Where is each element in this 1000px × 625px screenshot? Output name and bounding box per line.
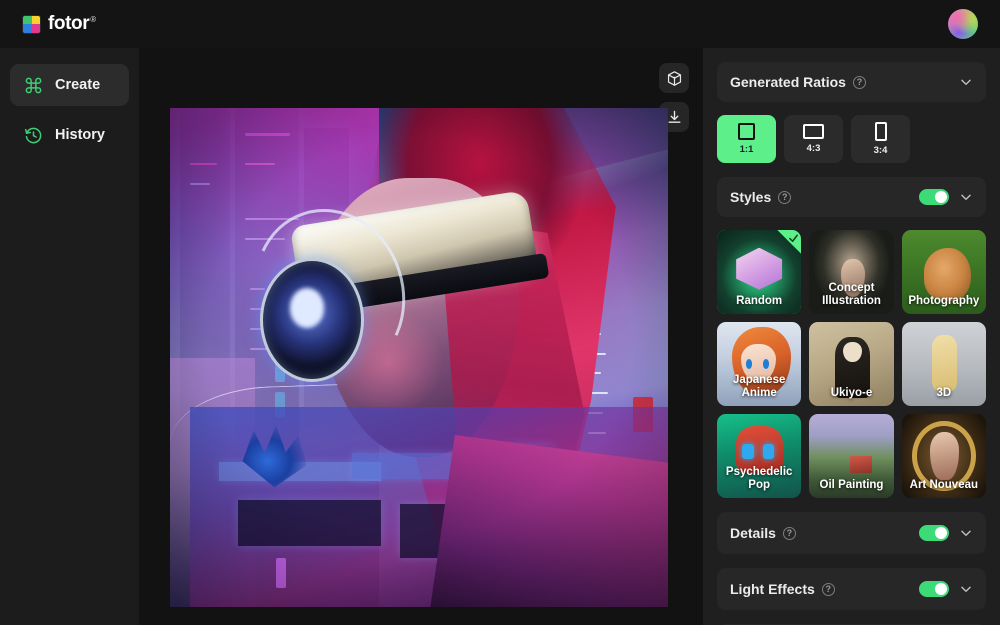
ratio-option-4-3[interactable]: 4:3 [784,115,843,163]
history-clock-icon [24,126,43,145]
section-generated-ratios-title: Generated Ratios [730,74,846,90]
ratio-option-3-4-label: 3:4 [874,145,888,156]
style-option-oil-painting-label: Oil Painting [809,479,893,498]
style-option-art-nouveau-label: Art Nouveau [902,479,986,498]
style-option-concept-illustration[interactable]: Concept Illustration [809,230,893,314]
section-details[interactable]: Details ? [717,512,986,554]
brand-logo[interactable]: fotor® [22,13,96,35]
style-option-art-nouveau[interactable]: Art Nouveau [902,414,986,498]
sidebar-item-history-label: History [55,127,105,143]
brand-wordmark: fotor® [48,13,96,35]
top-bar: fotor® [0,0,1000,48]
square-shape-icon [738,123,755,140]
canvas-area [139,48,703,625]
style-option-3d[interactable]: 3D [902,322,986,406]
section-styles-title: Styles [730,189,771,205]
style-options: Random Concept Illustration Photography … [717,230,986,498]
landscape-shape-icon [803,124,824,139]
style-option-3d-label: 3D [902,387,986,406]
section-styles[interactable]: Styles ? [717,177,986,217]
fotor-logo-icon [22,15,41,34]
chevron-down-icon[interactable] [959,190,973,204]
style-option-psychedelic-pop[interactable]: Psychedelic Pop [717,414,801,498]
sidebar-item-create-label: Create [55,77,100,93]
help-icon[interactable]: ? [822,583,835,596]
ratio-option-4-3-label: 4:3 [807,143,821,154]
style-option-ukiyo-e-label: Ukiyo-e [809,387,893,406]
brand-name: fotor [48,13,89,34]
style-option-japanese-anime[interactable]: Japanese Anime [717,322,801,406]
help-icon[interactable]: ? [783,527,796,540]
section-light-effects-title: Light Effects [730,581,815,597]
details-toggle[interactable] [919,525,949,541]
help-icon[interactable]: ? [853,76,866,89]
sidebar-item-create[interactable]: Create [10,64,129,106]
ratio-options: 1:1 4:3 3:4 [717,115,986,163]
registered-mark: ® [90,15,96,24]
avatar[interactable] [948,9,978,39]
styles-toggle[interactable] [919,189,949,205]
style-option-concept-illustration-label: Concept Illustration [809,282,893,314]
style-option-ukiyo-e[interactable]: Ukiyo-e [809,322,893,406]
sidebar: Create History [0,48,139,625]
style-option-random[interactable]: Random [717,230,801,314]
settings-panel: Generated Ratios ? 1:1 4:3 3:4 Styles [703,48,1000,625]
chevron-down-icon[interactable] [959,582,973,596]
style-option-psychedelic-pop-label: Psychedelic Pop [717,466,801,498]
chevron-down-icon[interactable] [959,75,973,89]
style-option-oil-painting[interactable]: Oil Painting [809,414,893,498]
portrait-shape-icon [875,122,887,141]
ratio-option-1-1-label: 1:1 [740,144,754,155]
sidebar-item-history[interactable]: History [10,114,129,156]
chevron-down-icon[interactable] [959,526,973,540]
help-icon[interactable]: ? [778,191,791,204]
command-icon [24,76,43,95]
cube-3d-icon[interactable] [659,63,689,93]
generated-image[interactable] [170,108,668,607]
ratio-option-1-1[interactable]: 1:1 [717,115,776,163]
style-option-japanese-anime-label: Japanese Anime [717,374,801,406]
section-light-effects[interactable]: Light Effects ? [717,568,986,610]
style-option-photography-label: Photography [902,295,986,314]
ratio-option-3-4[interactable]: 3:4 [851,115,910,163]
section-details-title: Details [730,525,776,541]
light-effects-toggle[interactable] [919,581,949,597]
fotor-ai-image-generator: fotor® Create History [0,0,1000,625]
section-generated-ratios[interactable]: Generated Ratios ? [717,62,986,102]
style-option-random-label: Random [717,295,801,314]
style-option-photography[interactable]: Photography [902,230,986,314]
